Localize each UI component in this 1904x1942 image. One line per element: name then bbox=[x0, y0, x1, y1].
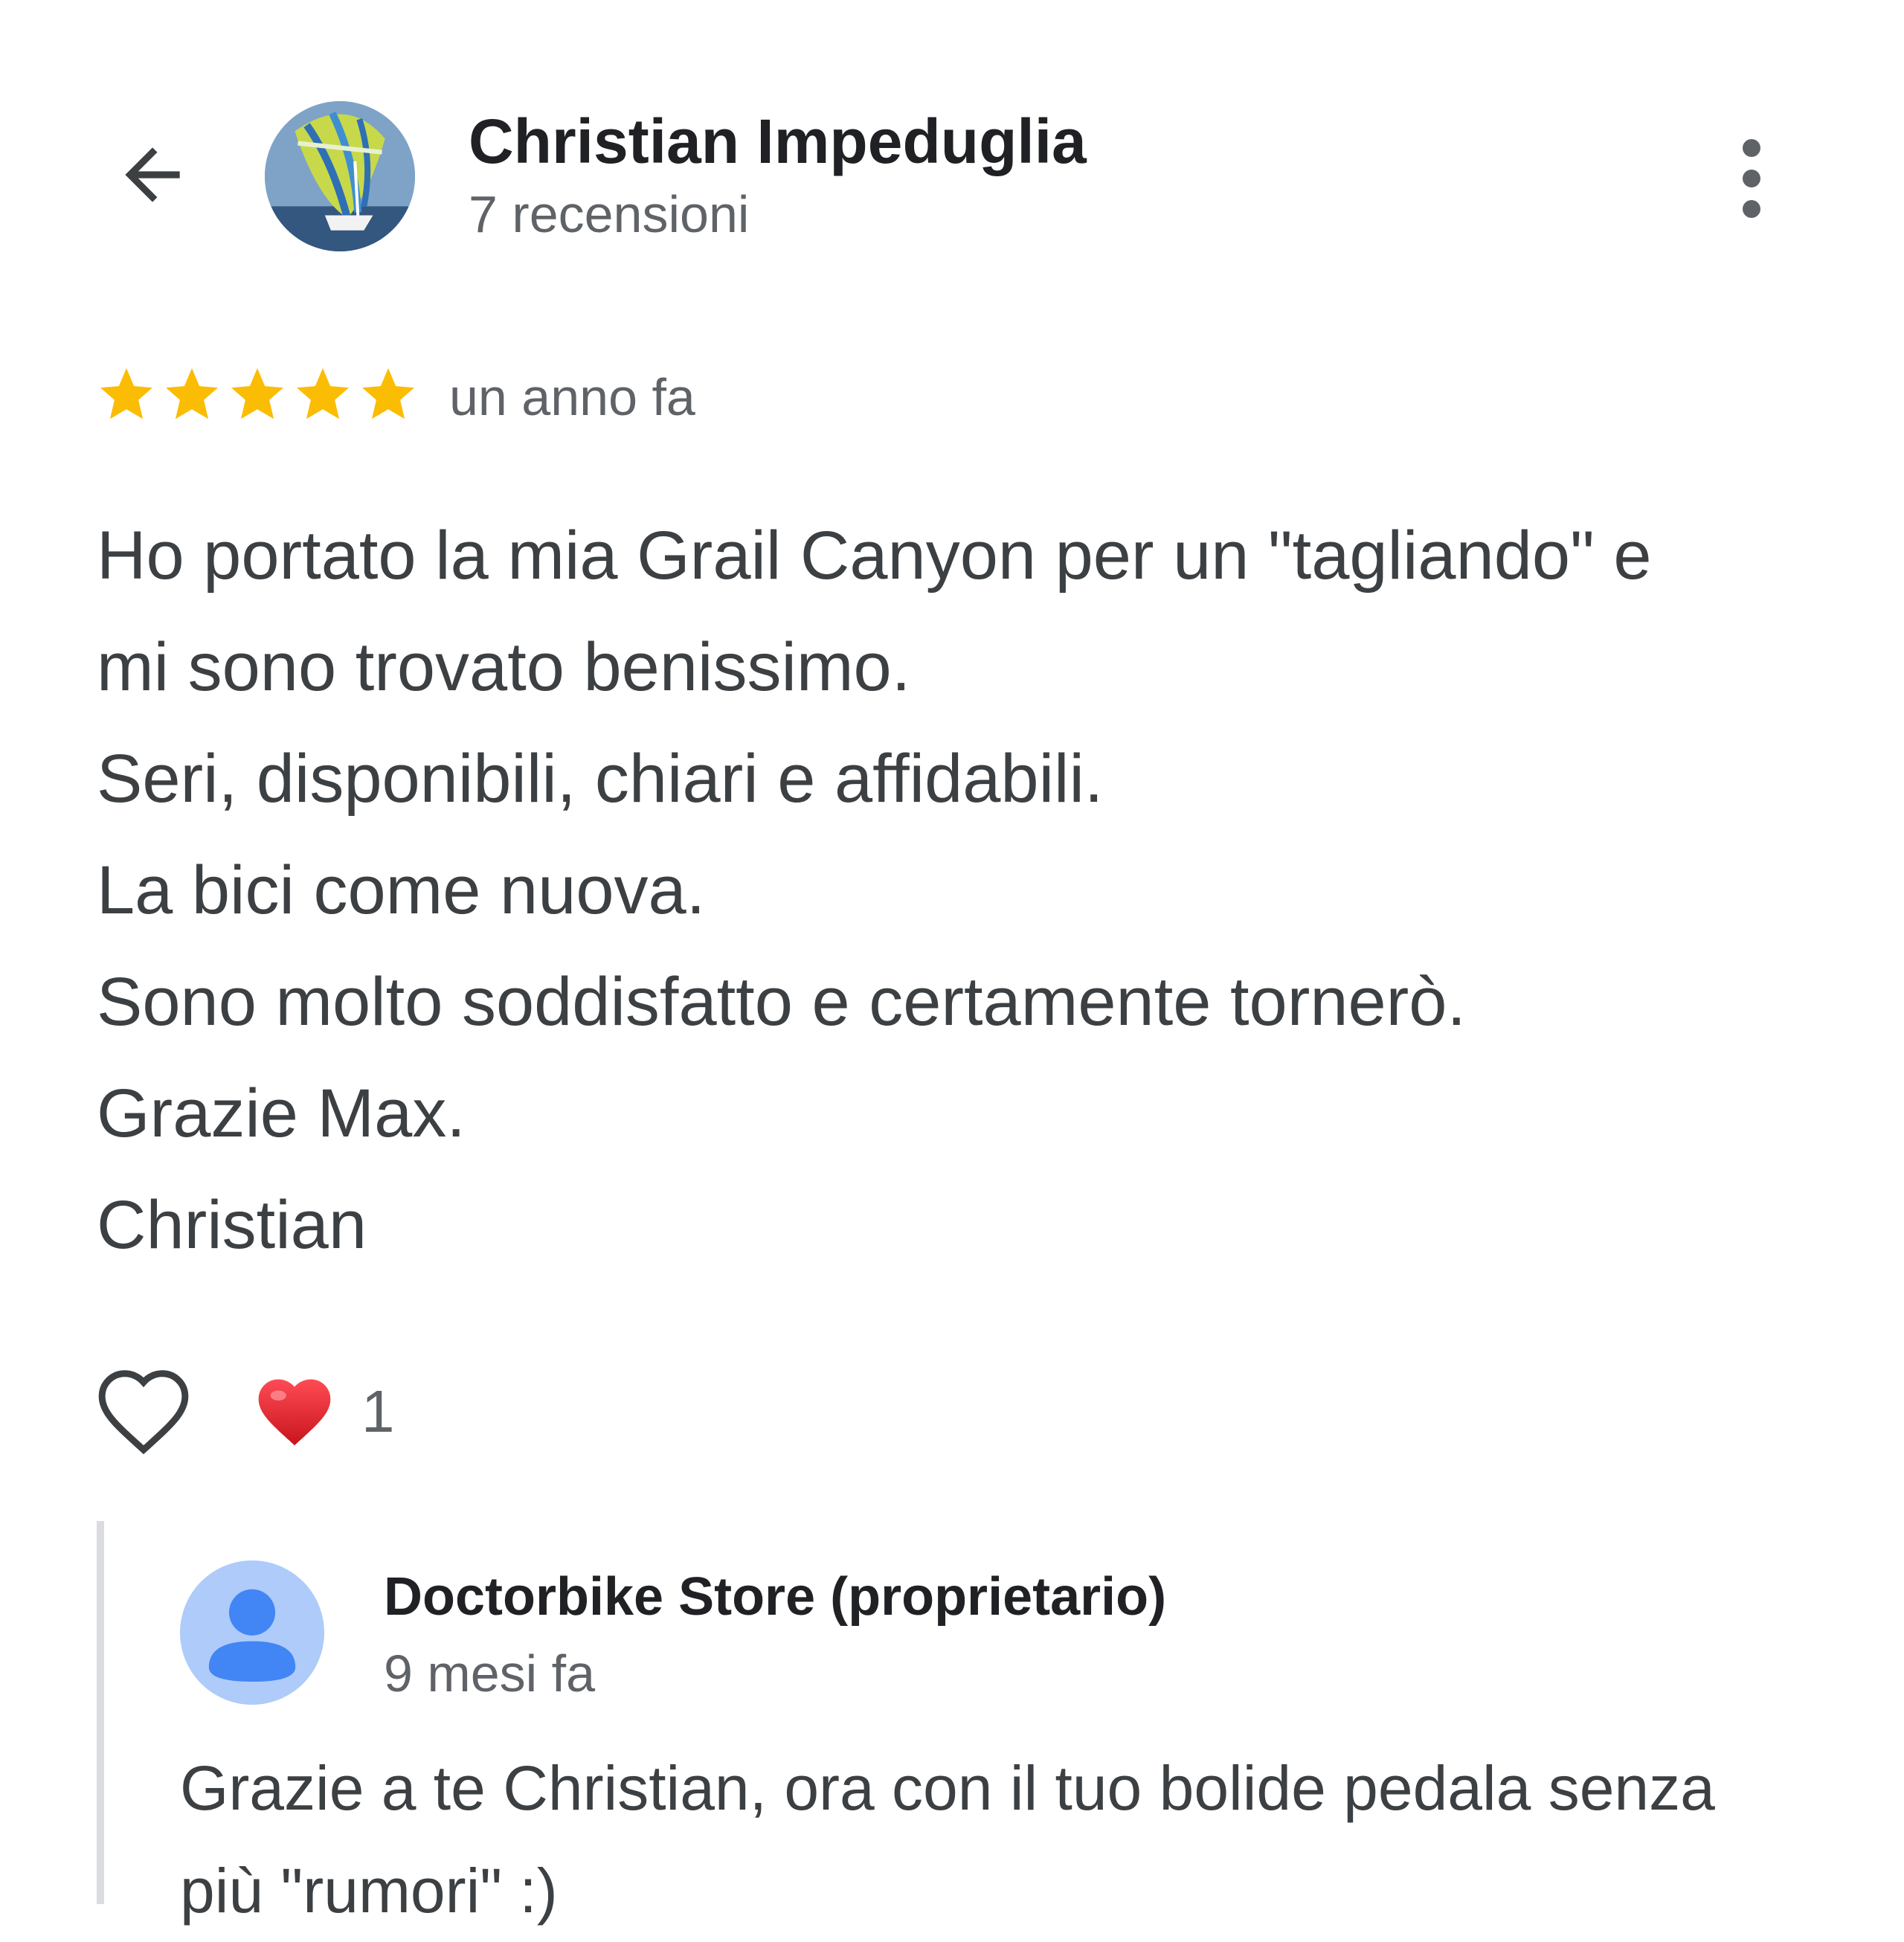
review-time: un anno fa bbox=[449, 368, 695, 426]
review-line: Seri, disponibili, chiari e affidabili. bbox=[97, 741, 1104, 817]
review-line: La bici come nuova. bbox=[97, 852, 706, 928]
red-heart-icon[interactable] bbox=[251, 1369, 338, 1455]
reply-text: Grazie a te Christian, ora con il tuo bo… bbox=[180, 1737, 1853, 1942]
reply-divider bbox=[97, 1521, 104, 1904]
reaction-count: 1 bbox=[361, 1378, 395, 1444]
review-count[interactable]: 7 recensioni bbox=[469, 184, 749, 244]
reply-time: 9 mesi fa bbox=[384, 1644, 595, 1703]
like-button[interactable] bbox=[94, 1361, 193, 1461]
arrow-left-icon bbox=[125, 147, 180, 202]
owner-avatar bbox=[180, 1560, 324, 1705]
star-icon bbox=[297, 368, 349, 419]
star-icon bbox=[231, 368, 283, 419]
review-line: Ho portato la mia Grail Canyon per un "t… bbox=[97, 518, 1652, 594]
star-icon bbox=[362, 368, 414, 419]
review-line: mi sono trovato benissimo. bbox=[97, 629, 911, 705]
more-vert-icon bbox=[1743, 139, 1760, 218]
more-options-button[interactable] bbox=[1711, 126, 1792, 231]
review-line: Christian bbox=[97, 1187, 367, 1263]
reply-line: Grazie a te Christian, ora con il tuo bo… bbox=[180, 1753, 1715, 1823]
heart-outline-icon bbox=[98, 1370, 189, 1455]
review-text: Ho portato la mia Grail Canyon per un "t… bbox=[97, 500, 1822, 1281]
star-icon bbox=[100, 368, 152, 419]
review-line: Grazie Max. bbox=[97, 1076, 466, 1151]
reviewer-name[interactable]: Christian Impeduglia bbox=[469, 106, 1087, 178]
star-rating bbox=[95, 363, 419, 430]
owner-name: Doctorbike Store (proprietario) bbox=[384, 1567, 1167, 1627]
person-icon bbox=[180, 1560, 324, 1705]
star-icon bbox=[166, 368, 218, 419]
sailboat-photo bbox=[265, 101, 415, 251]
review-line: Sono molto soddisfatto e certamente torn… bbox=[97, 964, 1467, 1040]
reviewer-avatar[interactable] bbox=[265, 101, 415, 251]
reply-line: più "rumori" :) bbox=[180, 1856, 558, 1926]
back-button[interactable] bbox=[104, 126, 201, 223]
